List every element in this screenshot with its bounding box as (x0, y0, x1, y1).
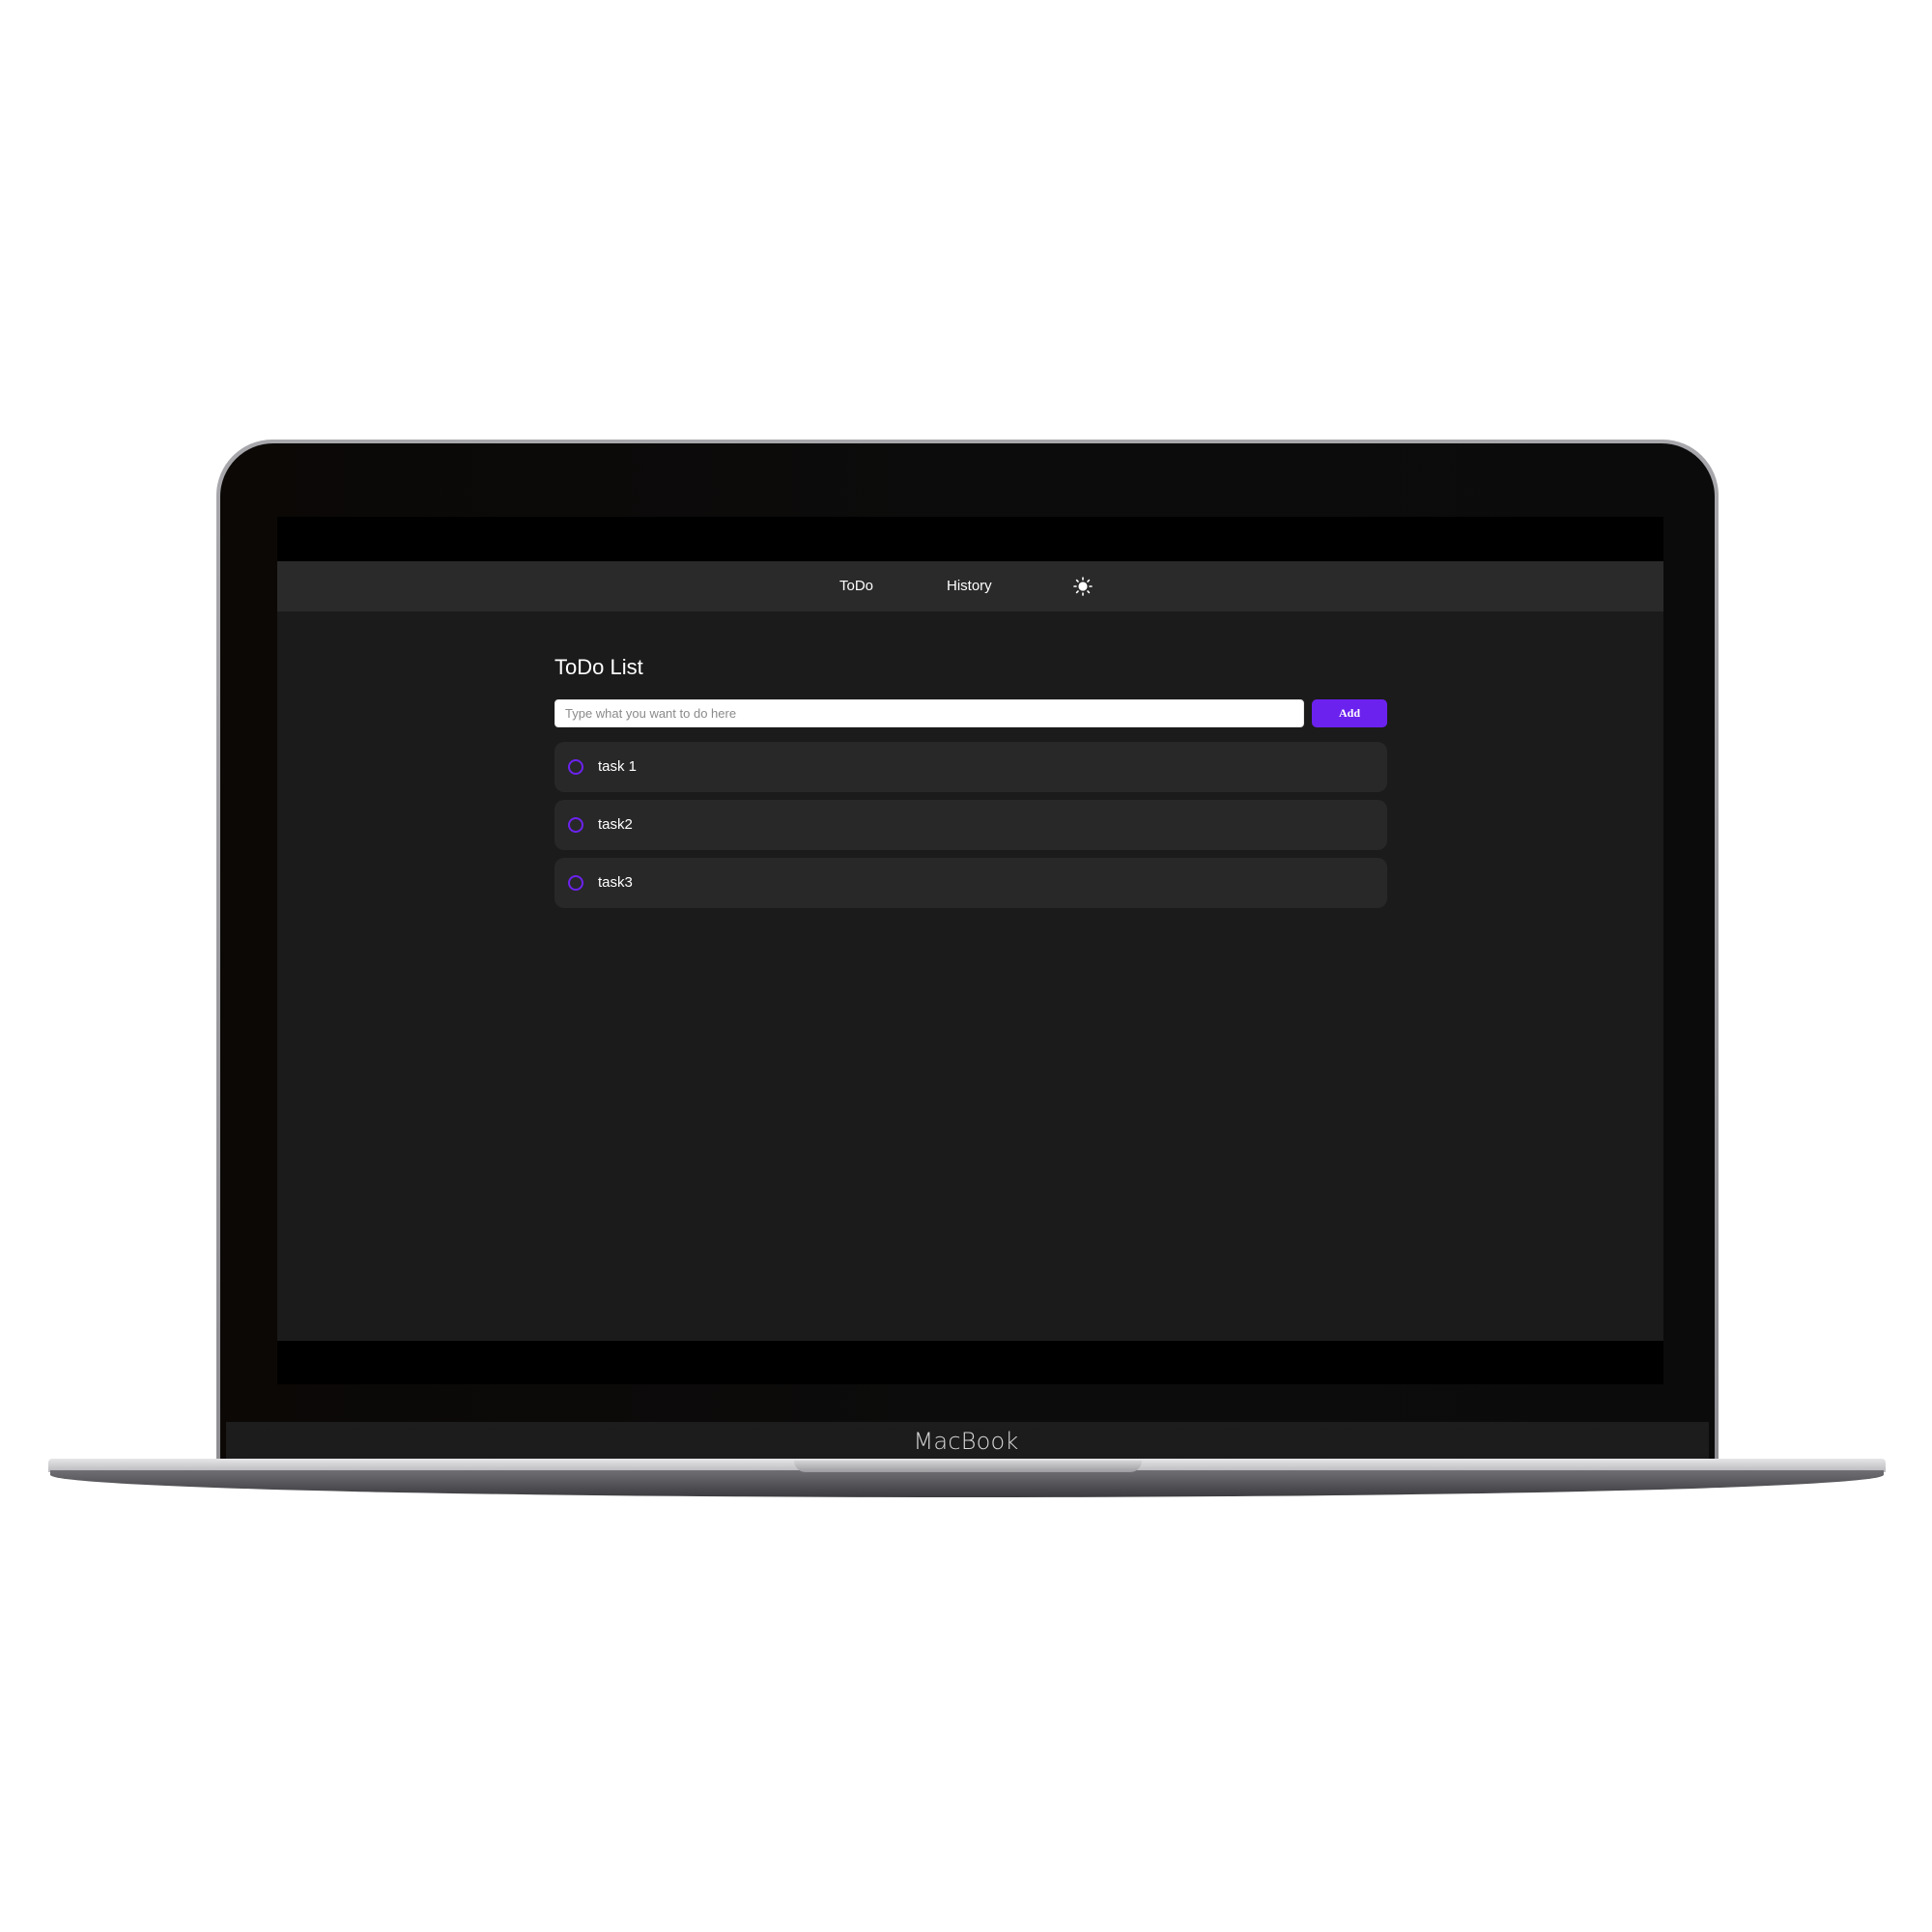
brand-label: MacBook (913, 1428, 1019, 1455)
laptop-hinge-notch (794, 1461, 1142, 1472)
page-title: ToDo List (554, 655, 643, 679)
task-item: task3 (554, 858, 1387, 908)
laptop-base-lower (50, 1470, 1884, 1497)
task-checkbox[interactable] (568, 875, 583, 891)
theme-toggle-button[interactable] (1073, 577, 1093, 596)
add-task-form: Add (554, 699, 1387, 727)
task-checkbox[interactable] (568, 817, 583, 833)
sun-icon (1073, 577, 1093, 596)
task-item: task 1 (554, 742, 1387, 792)
nav-link-history[interactable]: History (947, 576, 992, 597)
todo-app: ToDo History ToDo List Type what you wan… (277, 561, 1663, 1341)
task-checkbox[interactable] (568, 759, 583, 775)
todo-main: ToDo List Add task 1 task2 task3 (554, 654, 1387, 908)
task-input[interactable] (554, 699, 1304, 727)
navbar: ToDo History (277, 561, 1663, 611)
task-label: task2 (598, 816, 633, 833)
nav-link-todo[interactable]: ToDo (839, 576, 873, 597)
task-item: task2 (554, 800, 1387, 850)
task-label: task3 (598, 874, 633, 891)
laptop-screen: ToDo History ToDo List Type what you wan… (277, 517, 1663, 1384)
add-button[interactable]: Add (1312, 699, 1387, 727)
task-label: task 1 (598, 758, 638, 775)
task-list: task 1 task2 task3 (554, 742, 1387, 916)
